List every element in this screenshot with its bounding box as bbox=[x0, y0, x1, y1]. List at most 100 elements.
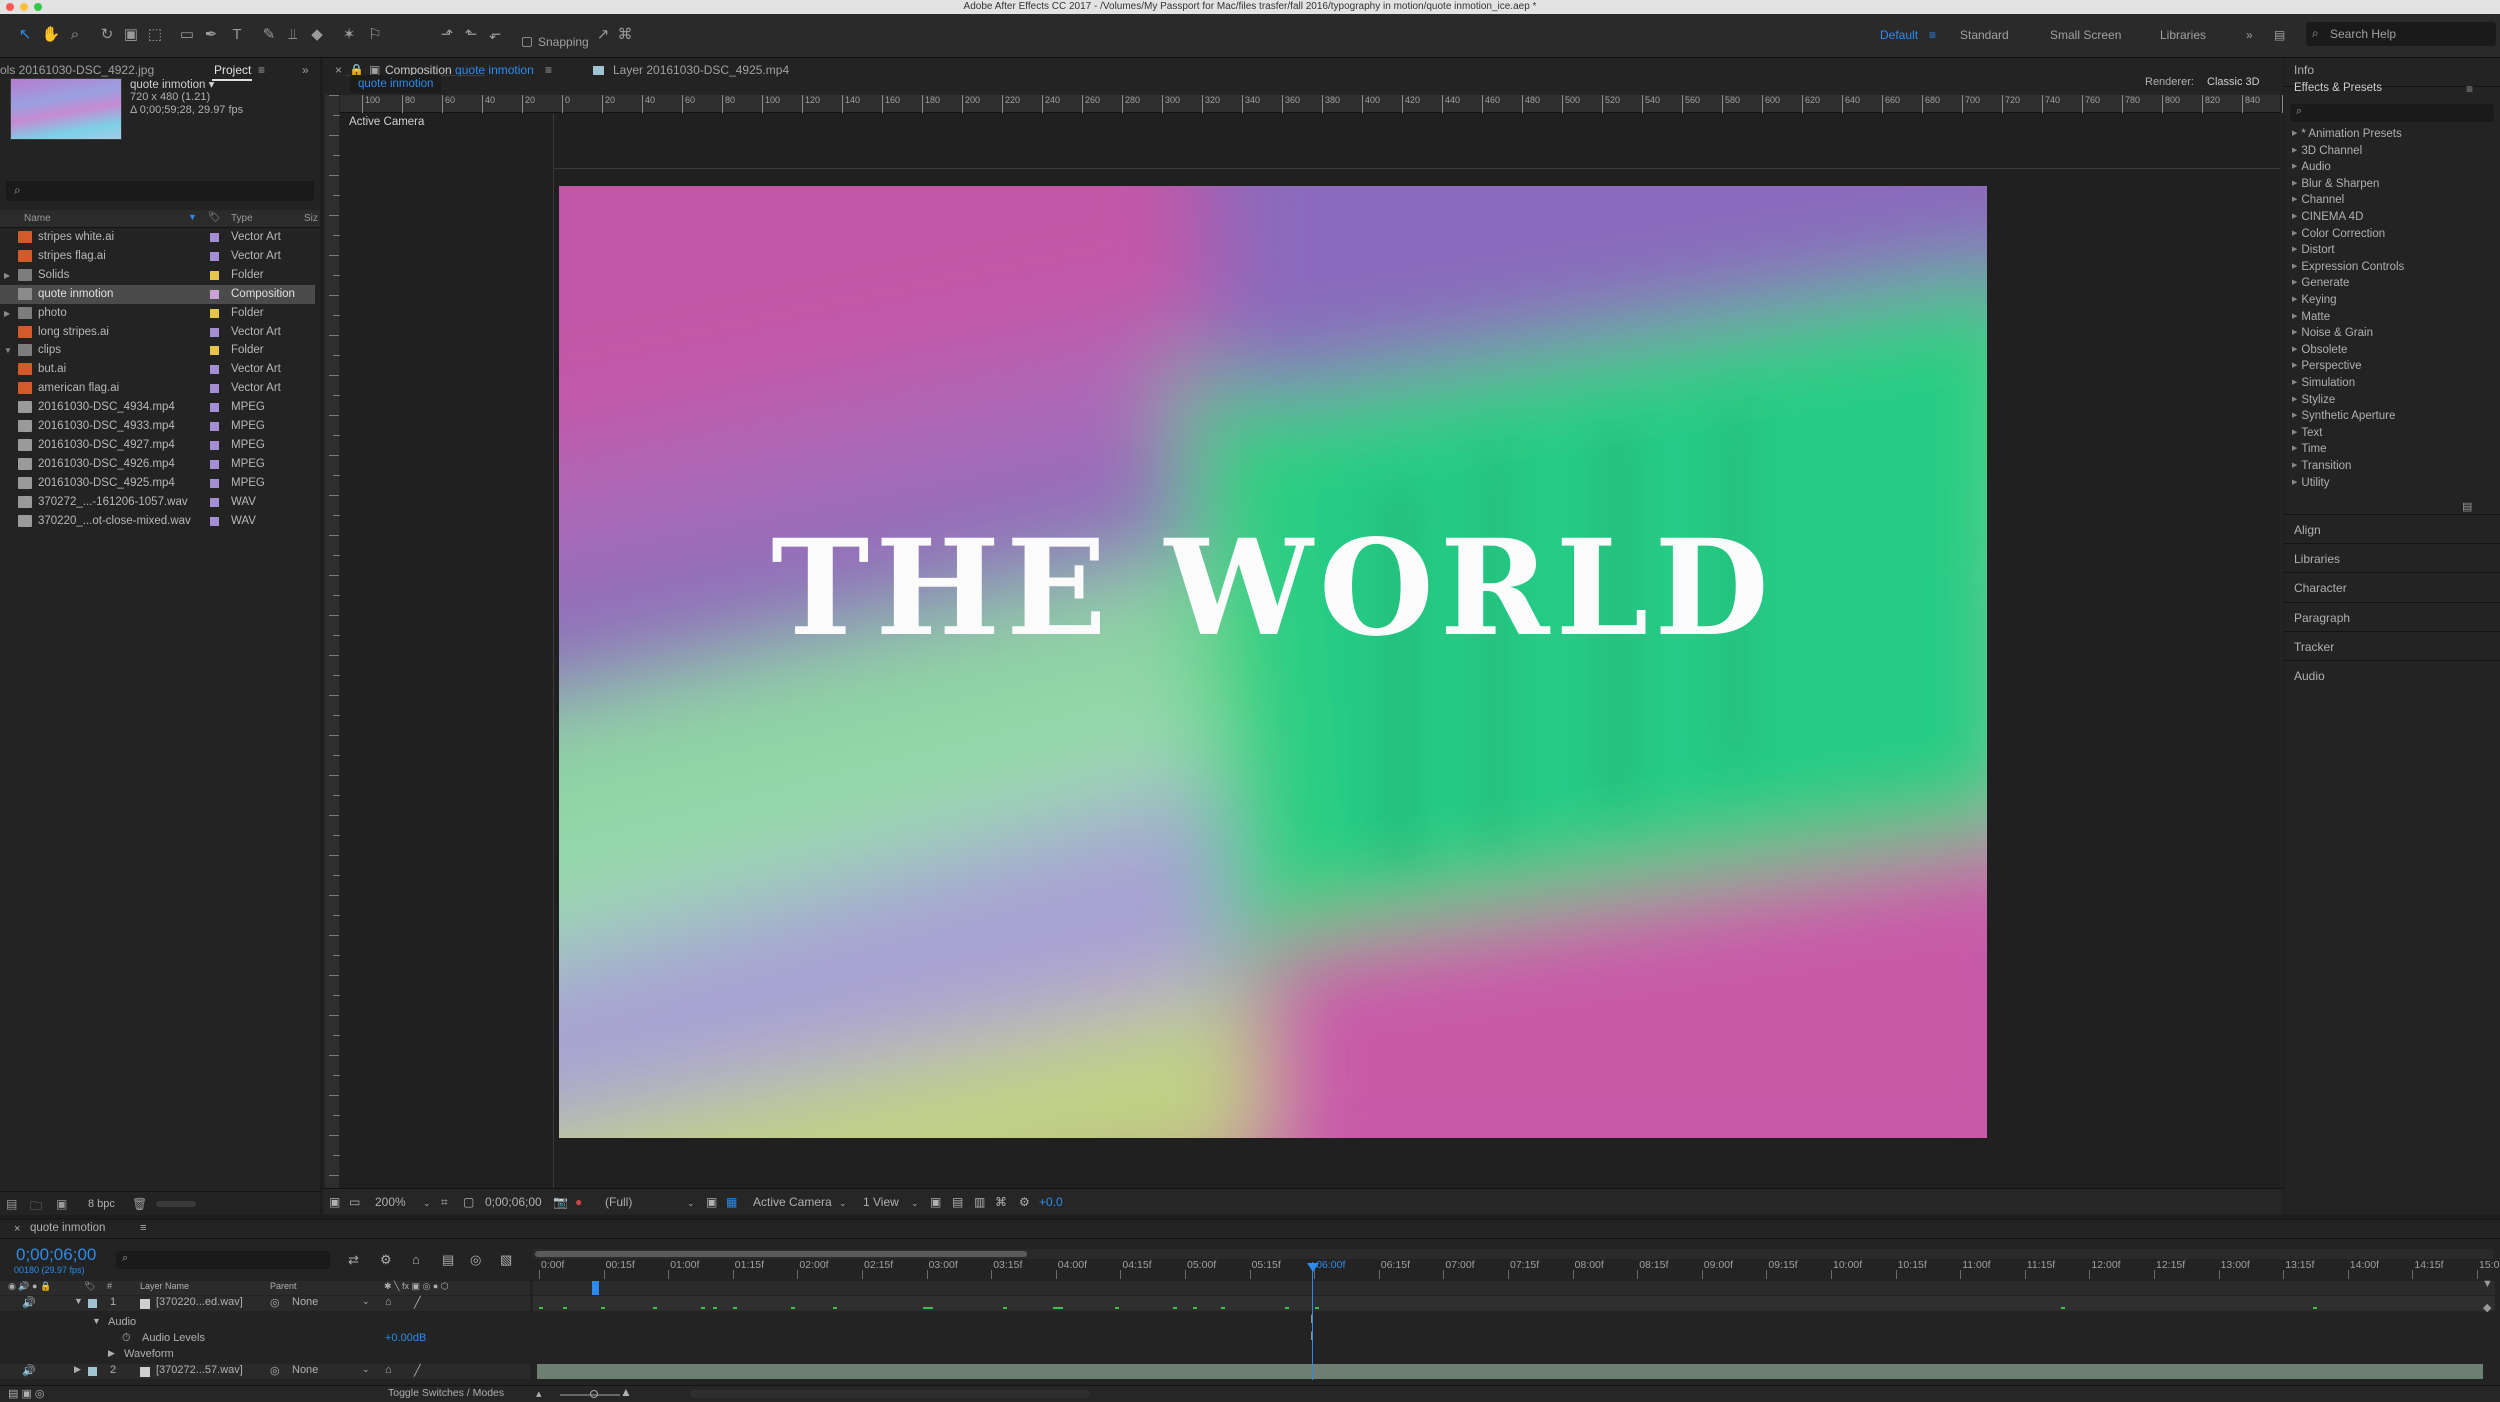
zoom-window-icon[interactable] bbox=[34, 3, 42, 11]
brush-tool-icon[interactable]: ✎ bbox=[258, 24, 280, 46]
side-panel-tab[interactable]: Paragraph bbox=[2294, 611, 2350, 625]
timeline-icon[interactable]: ▥ bbox=[974, 1195, 985, 1209]
side-panel-tab[interactable]: Libraries bbox=[2294, 552, 2340, 566]
layer-name[interactable]: [370272...57.wav] bbox=[156, 1364, 243, 1376]
close-timeline-icon[interactable]: × bbox=[14, 1223, 20, 1235]
zoom-out-icon[interactable]: ▼ bbox=[2482, 1278, 2493, 1290]
switches-header-icon[interactable]: ✱ ╲ fx ▣ ◎ ● ⬡ bbox=[384, 1281, 449, 1292]
work-area-start-handle[interactable] bbox=[592, 1281, 599, 1295]
project-item[interactable]: 20161030-DSC_4934.mp4 MPEG bbox=[0, 398, 315, 417]
label-swatch[interactable] bbox=[210, 308, 219, 318]
chevron-down-icon[interactable]: ⌄ bbox=[362, 1296, 370, 1307]
zoom-tool-icon[interactable]: ⌕ bbox=[64, 24, 86, 46]
rotation-tool-icon[interactable]: ↻ bbox=[96, 24, 118, 46]
parent-header[interactable]: Parent bbox=[270, 1281, 297, 1291]
layer-tab[interactable]: Layer 20161030-DSC_4925.mp4 bbox=[613, 58, 789, 82]
effect-category[interactable]: Text bbox=[2292, 427, 2322, 439]
label-swatch[interactable] bbox=[210, 403, 219, 413]
view-layout-dropdown[interactable]: 1 View bbox=[863, 1195, 899, 1209]
label-swatch[interactable] bbox=[210, 233, 219, 242]
label-swatch[interactable] bbox=[210, 365, 219, 375]
snapping-checkbox[interactable] bbox=[522, 37, 532, 47]
stopwatch-icon[interactable]: ⏱ bbox=[122, 1332, 131, 1345]
label-swatch[interactable] bbox=[210, 440, 219, 450]
new-folder-icon[interactable]: 🗀 bbox=[30, 1197, 42, 1218]
effect-category[interactable]: Blur & Sharpen bbox=[2292, 178, 2379, 190]
monitor-icon[interactable]: ▭ bbox=[349, 1195, 360, 1209]
effect-category[interactable]: Perspective bbox=[2292, 360, 2361, 372]
playhead-icon[interactable] bbox=[1307, 1263, 1319, 1272]
trash-icon[interactable]: 🗑 bbox=[132, 1197, 147, 1211]
work-area-bar[interactable] bbox=[533, 1249, 2493, 1259]
mask-icon[interactable]: ▢ bbox=[463, 1195, 474, 1209]
project-item[interactable]: ▶ Solids Folder bbox=[0, 266, 315, 285]
keyframe-navigator-icon[interactable]: ◆ bbox=[2483, 1301, 2491, 1314]
camera-tool-icon[interactable]: ▣ bbox=[120, 24, 142, 46]
project-item[interactable]: 20161030-DSC_4925.mp4 MPEG bbox=[0, 474, 315, 493]
audio-levels-value[interactable]: +0.00dB bbox=[385, 1332, 426, 1344]
twirl-icon[interactable]: ▼ bbox=[92, 1316, 101, 1326]
project-item[interactable]: long stripes.ai Vector Art bbox=[0, 323, 315, 342]
effect-category[interactable]: Color Correction bbox=[2292, 228, 2385, 240]
new-composition-icon[interactable]: ▣ bbox=[56, 1197, 67, 1211]
more-workspaces-icon[interactable]: » bbox=[2246, 28, 2253, 42]
chevron-down-icon[interactable]: ⌄ bbox=[362, 1364, 370, 1375]
twirl-icon[interactable]: ▼ bbox=[4, 341, 12, 360]
project-item[interactable]: quote inmotion Composition bbox=[0, 284, 315, 304]
side-panel-tab[interactable]: Character bbox=[2294, 581, 2347, 595]
effect-category[interactable]: Channel bbox=[2292, 194, 2344, 206]
label-swatch[interactable] bbox=[210, 384, 219, 394]
twirl-icon[interactable]: ▶ bbox=[108, 1348, 115, 1359]
twirl-icon[interactable]: ▶ bbox=[4, 266, 10, 285]
zoom-slider-thumb[interactable] bbox=[590, 1390, 598, 1398]
snap-options-icon[interactable]: ↗ bbox=[592, 24, 614, 46]
info-panel-title[interactable]: Info bbox=[2294, 63, 2314, 77]
eraser-tool-icon[interactable]: ◆ bbox=[306, 24, 328, 46]
effect-category[interactable]: CINEMA 4D bbox=[2292, 211, 2363, 223]
side-panel-tab[interactable]: Audio bbox=[2294, 669, 2325, 683]
preview-name[interactable]: quote inmotion ▾ bbox=[130, 77, 214, 91]
snapshot-icon[interactable]: 📷 bbox=[553, 1195, 568, 1209]
transparency-grid-icon[interactable]: ▦ bbox=[726, 1195, 737, 1209]
draft-3d-icon[interactable]: ⚙ bbox=[380, 1252, 392, 1268]
project-item[interactable]: 370220_...ot-close-mixed.wav WAV bbox=[0, 512, 315, 531]
name-column-header[interactable]: Name bbox=[24, 213, 51, 224]
expand-panels-icon[interactable]: » bbox=[302, 58, 309, 82]
project-item[interactable]: stripes white.ai Vector Art bbox=[0, 228, 315, 247]
label-swatch[interactable] bbox=[88, 1367, 97, 1376]
composition-flowchart-icon[interactable]: ⇄ bbox=[348, 1252, 359, 1268]
audio-toggle-icon[interactable]: 🔊 bbox=[22, 1296, 36, 1309]
project-item[interactable]: 20161030-DSC_4933.mp4 MPEG bbox=[0, 417, 315, 436]
effect-category[interactable]: Simulation bbox=[2292, 377, 2355, 389]
label-swatch[interactable] bbox=[210, 497, 219, 507]
toggle-pixel-icon[interactable]: ▣ bbox=[930, 1195, 941, 1209]
label-swatch[interactable] bbox=[88, 1299, 97, 1308]
quality-switch-icon[interactable]: ╱ bbox=[414, 1296, 421, 1309]
project-item[interactable]: 20161030-DSC_4926.mp4 MPEG bbox=[0, 455, 315, 474]
side-panel-tab[interactable]: Align bbox=[2294, 523, 2321, 537]
timeline-comp-tab[interactable]: quote inmotion bbox=[30, 1222, 105, 1234]
pen-tool-icon[interactable]: ✒ bbox=[200, 24, 222, 46]
project-item[interactable]: 370272_...-161206-1057.wav WAV bbox=[0, 493, 315, 512]
layer-switches-icon[interactable]: ▤ ▣ ◎ bbox=[8, 1387, 45, 1400]
layer-name-header[interactable]: Layer Name bbox=[140, 1281, 189, 1291]
workspace-standard[interactable]: Standard bbox=[1960, 28, 2009, 42]
region-of-interest-icon[interactable]: ▣ bbox=[706, 1195, 717, 1209]
work-area-range[interactable] bbox=[535, 1251, 1027, 1257]
timeline-current-time[interactable]: 0;00;06;00 bbox=[16, 1245, 96, 1265]
effects-presets-title[interactable]: Effects & Presets bbox=[2294, 82, 2382, 94]
layer-name[interactable]: [370220...ed.wav] bbox=[156, 1296, 243, 1308]
clone-stamp-tool-icon[interactable]: ⫫ bbox=[282, 24, 304, 46]
effect-category[interactable]: Synthetic Aperture bbox=[2292, 410, 2395, 422]
layer-1-track[interactable] bbox=[533, 1296, 2495, 1311]
size-column-header[interactable]: Siz bbox=[304, 213, 318, 224]
project-item[interactable]: ▶ photo Folder bbox=[0, 304, 315, 323]
zoom-in-mountain-icon[interactable]: ▲ bbox=[620, 1385, 632, 1399]
type-column-header[interactable]: Type bbox=[231, 213, 253, 224]
world-axis-mode-icon[interactable]: ⬑ bbox=[460, 24, 482, 46]
effect-category[interactable]: Stylize bbox=[2292, 394, 2335, 406]
type-tool-icon[interactable]: T bbox=[226, 24, 248, 46]
new-preset-icon[interactable]: ▤ bbox=[2462, 500, 2472, 513]
effect-category[interactable]: Noise & Grain bbox=[2292, 327, 2373, 339]
puppet-pin-tool-icon[interactable]: ⚐ bbox=[364, 24, 386, 46]
